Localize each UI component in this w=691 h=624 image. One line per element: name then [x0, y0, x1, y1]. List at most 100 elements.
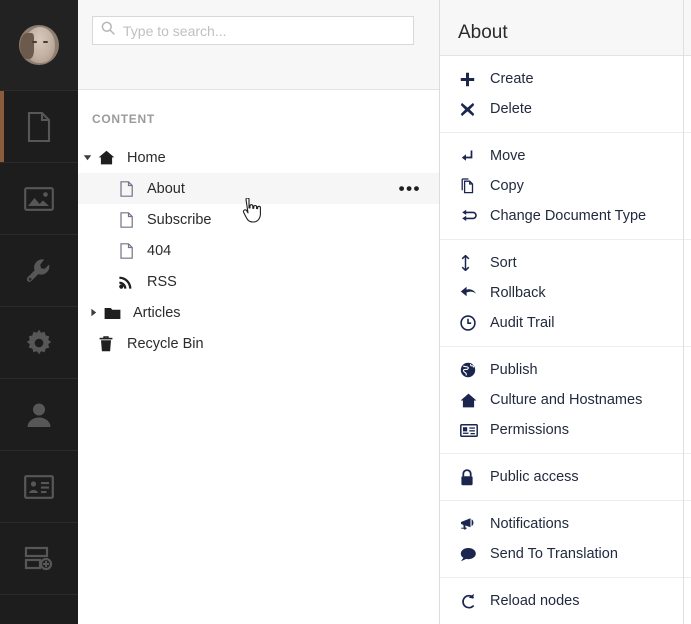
- action-publish[interactable]: Publish: [440, 355, 691, 385]
- section-rail: [0, 0, 78, 624]
- tree-node-recycle-bin[interactable]: Recycle Bin: [78, 328, 439, 359]
- sidebar-item-members[interactable]: [0, 450, 78, 522]
- action-culture-and-hostnames[interactable]: Culture and Hostnames: [440, 385, 691, 415]
- speech-bubble-icon: [460, 547, 486, 562]
- undo-arrow-icon: [460, 286, 486, 300]
- action-label: Send To Translation: [490, 546, 618, 562]
- action-group-2: Move Copy Change Document Type: [440, 133, 691, 240]
- home-icon: [94, 150, 118, 165]
- tree-node-label: Subscribe: [147, 212, 211, 228]
- action-label: Change Document Type: [490, 208, 646, 224]
- id-card-icon: [24, 475, 54, 499]
- image-icon: [24, 187, 54, 211]
- action-move[interactable]: Move: [440, 141, 691, 171]
- trash-icon: [94, 336, 118, 352]
- id-card-icon: [460, 424, 486, 437]
- action-label: Create: [490, 71, 534, 87]
- avatar[interactable]: [19, 25, 59, 65]
- avatar-container[interactable]: [0, 0, 78, 90]
- tree-node-label: About: [147, 181, 185, 197]
- action-audit-trail[interactable]: Audit Trail: [440, 308, 691, 338]
- action-label: Move: [490, 148, 525, 164]
- enter-arrow-icon: [460, 149, 486, 164]
- action-label: Reload nodes: [490, 593, 580, 609]
- globe-icon: [460, 362, 486, 378]
- clock-icon: [460, 315, 486, 331]
- node-actions-dots[interactable]: •••: [399, 184, 421, 194]
- tree-body: CONTENT Home About •••: [78, 90, 439, 624]
- action-group-1: Create Delete: [440, 56, 691, 133]
- tree-node-home[interactable]: Home: [78, 142, 439, 173]
- actions-header: About: [440, 0, 691, 56]
- rss-icon: [114, 274, 138, 289]
- action-label: Delete: [490, 101, 532, 117]
- action-label: Culture and Hostnames: [490, 392, 642, 408]
- tree-node-subscribe[interactable]: Subscribe: [78, 204, 439, 235]
- action-permissions[interactable]: Permissions: [440, 415, 691, 445]
- home-icon: [460, 393, 486, 408]
- plus-icon: [460, 72, 486, 87]
- content-tree-panel: CONTENT Home About •••: [78, 0, 440, 624]
- caret-right-icon[interactable]: [86, 308, 100, 317]
- action-create[interactable]: Create: [440, 64, 691, 94]
- folder-icon: [100, 306, 124, 320]
- tree-section-title: CONTENT: [78, 112, 439, 126]
- action-group-3: Sort Rollback Audit Trail: [440, 240, 691, 347]
- action-copy[interactable]: Copy: [440, 171, 691, 201]
- tree-node-about[interactable]: About •••: [78, 173, 439, 204]
- action-label: Sort: [490, 255, 517, 271]
- action-group-4: Publish Culture and Hostnames Permission…: [440, 347, 691, 454]
- action-sort[interactable]: Sort: [440, 248, 691, 278]
- sidebar-item-media[interactable]: [0, 162, 78, 234]
- action-delete[interactable]: Delete: [440, 94, 691, 124]
- action-public-access[interactable]: Public access: [440, 462, 691, 492]
- avatar-eye-left: [32, 41, 37, 43]
- action-rollback[interactable]: Rollback: [440, 278, 691, 308]
- action-label: Permissions: [490, 422, 569, 438]
- panel-scroll-edge[interactable]: [683, 0, 684, 624]
- tree-node-404[interactable]: 404: [78, 235, 439, 266]
- caret-down-icon[interactable]: [80, 153, 94, 162]
- sidebar-item-content[interactable]: [0, 90, 78, 162]
- tree-node-label: RSS: [147, 274, 177, 290]
- tree-node-label: Articles: [133, 305, 181, 321]
- document-icon: [26, 112, 52, 142]
- tree-node-label: 404: [147, 243, 171, 259]
- lock-icon: [460, 469, 486, 486]
- action-label: Rollback: [490, 285, 546, 301]
- action-label: Audit Trail: [490, 315, 554, 331]
- sidebar-item-forms[interactable]: [0, 522, 78, 594]
- document-icon: [114, 212, 138, 228]
- rail-spacer: [0, 594, 78, 624]
- action-label: Notifications: [490, 516, 569, 532]
- search-box[interactable]: [92, 16, 414, 45]
- reload-icon: [460, 593, 486, 609]
- action-send-to-translation[interactable]: Send To Translation: [440, 539, 691, 569]
- search-input[interactable]: [123, 23, 405, 39]
- copy-icon: [460, 178, 486, 194]
- action-label: Publish: [490, 362, 538, 378]
- action-reload-nodes[interactable]: Reload nodes: [440, 586, 691, 616]
- swap-arrows-icon: [460, 209, 486, 223]
- gear-icon: [25, 329, 53, 357]
- action-notifications[interactable]: Notifications: [440, 509, 691, 539]
- action-group-6: Notifications Send To Translation: [440, 501, 691, 578]
- umbraco-backoffice: CONTENT Home About •••: [0, 0, 691, 624]
- actions-list: Create Delete Move: [440, 56, 691, 624]
- tree-node-articles[interactable]: Articles: [78, 297, 439, 328]
- sidebar-item-settings[interactable]: [0, 234, 78, 306]
- sidebar-item-packages[interactable]: [0, 306, 78, 378]
- document-icon: [114, 181, 138, 197]
- action-label: Copy: [490, 178, 524, 194]
- tree-node-label: Recycle Bin: [127, 336, 204, 352]
- user-icon: [26, 402, 52, 428]
- avatar-hair: [20, 33, 34, 59]
- node-actions-panel: About Create Delete: [440, 0, 691, 624]
- forms-icon: [24, 546, 54, 572]
- search-icon: [101, 21, 115, 40]
- tree-header: [78, 0, 439, 90]
- action-group-5: Public access: [440, 454, 691, 501]
- sidebar-item-users[interactable]: [0, 378, 78, 450]
- action-change-document-type[interactable]: Change Document Type: [440, 201, 691, 231]
- tree-node-rss[interactable]: RSS: [78, 266, 439, 297]
